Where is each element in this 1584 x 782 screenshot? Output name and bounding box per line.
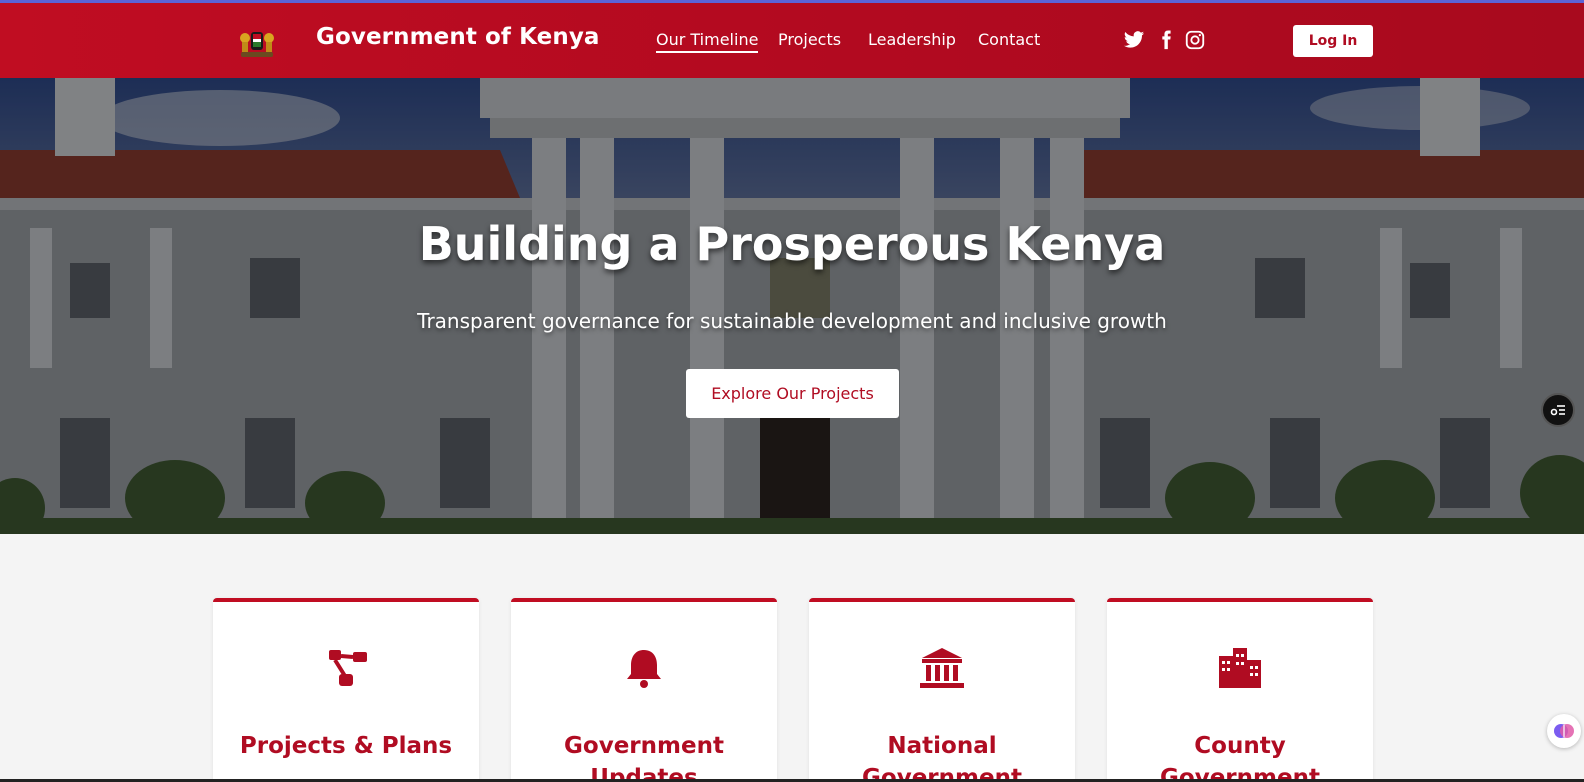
nav-contact[interactable]: Contact bbox=[978, 30, 1040, 49]
ai-assistant-button[interactable] bbox=[1547, 714, 1581, 748]
hero-banner: Building a Prosperous Kenya Transparent … bbox=[0, 78, 1584, 534]
nav-projects[interactable]: Projects bbox=[778, 30, 841, 49]
card-title: Projects & Plans bbox=[239, 733, 453, 759]
settings-list-icon bbox=[1550, 405, 1565, 416]
nav-leadership[interactable]: Leadership bbox=[868, 30, 956, 49]
card-projects-plans[interactable]: Projects & Plans bbox=[213, 598, 479, 782]
bell-icon bbox=[627, 650, 661, 688]
site-header: Government of Kenya Our Timeline Project… bbox=[0, 0, 1584, 78]
kenya-coat-of-arms-logo[interactable] bbox=[237, 24, 277, 60]
card-title: County Government bbox=[1160, 733, 1320, 782]
hero-subtitle: Transparent governance for sustainable d… bbox=[417, 309, 1167, 333]
city-icon bbox=[1219, 648, 1261, 688]
site-brand-title[interactable]: Government of Kenya bbox=[316, 24, 600, 50]
login-button[interactable]: Log In bbox=[1293, 25, 1373, 57]
project-diagram-icon bbox=[329, 650, 367, 686]
card-county-government[interactable]: County Government bbox=[1107, 598, 1373, 782]
card-government-updates[interactable]: Government Updates bbox=[511, 598, 777, 782]
card-title: Government Updates bbox=[564, 733, 724, 782]
landmark-icon bbox=[920, 648, 964, 688]
twitter-icon[interactable] bbox=[1123, 29, 1145, 51]
brain-icon bbox=[1554, 724, 1574, 738]
top-accent-line bbox=[0, 0, 1584, 3]
facebook-icon[interactable] bbox=[1155, 29, 1177, 51]
floating-toolbar-button[interactable] bbox=[1541, 393, 1575, 427]
explore-projects-button[interactable]: Explore Our Projects bbox=[686, 369, 899, 418]
nav-our-timeline[interactable]: Our Timeline bbox=[656, 30, 759, 53]
card-title: National Government bbox=[862, 733, 1022, 782]
hero-title: Building a Prosperous Kenya bbox=[418, 217, 1166, 271]
instagram-icon[interactable] bbox=[1184, 29, 1206, 51]
card-national-government[interactable]: National Government bbox=[809, 598, 1075, 782]
state-house-background-image bbox=[0, 78, 1584, 534]
